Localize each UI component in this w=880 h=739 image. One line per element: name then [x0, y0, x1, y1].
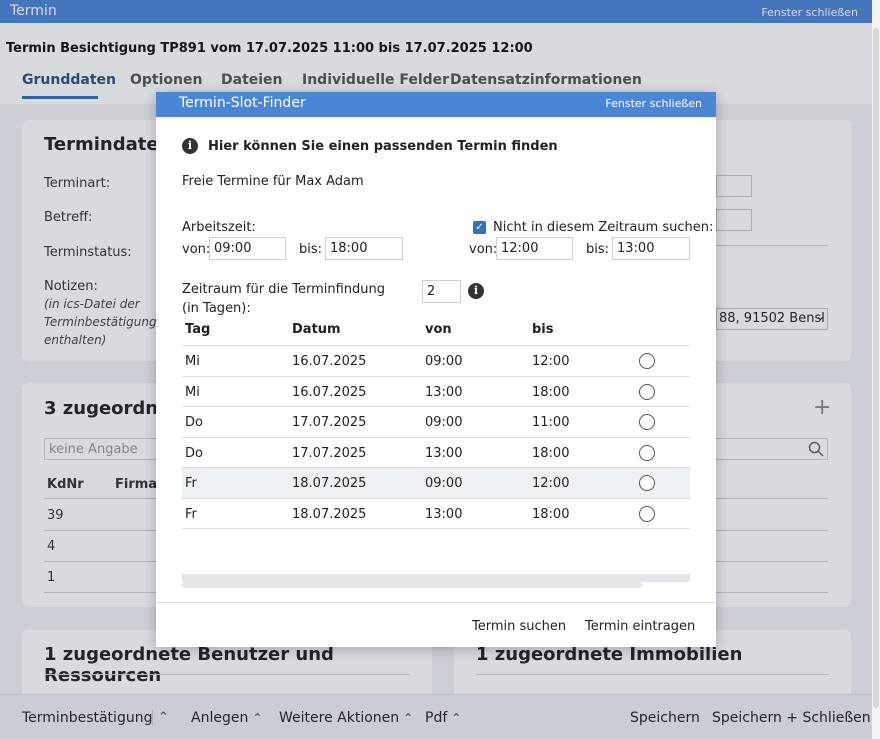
slot-bis: 18:00: [532, 446, 570, 461]
slot-bis: 12:00: [532, 354, 570, 369]
slot-von: 13:00: [425, 507, 463, 522]
slot-radio[interactable]: [639, 445, 655, 461]
scrollbar-thumb[interactable]: [873, 28, 879, 708]
slot-radio[interactable]: [639, 475, 655, 491]
arbeitszeit-bis-label: bis:: [299, 242, 323, 257]
slot-von: 13:00: [425, 446, 463, 461]
slot-tag: Mi: [185, 354, 200, 369]
modal-subtitle: Freie Termine für Max Adam: [182, 174, 364, 189]
slot-row[interactable]: Fr 18.07.2025 13:00 18:00: [182, 498, 690, 529]
slot-radio[interactable]: [639, 384, 655, 400]
exclude-von-input[interactable]: 12:00: [496, 237, 573, 260]
slot-radio[interactable]: [639, 506, 655, 522]
slot-datum: 18.07.2025: [292, 507, 367, 522]
exclude-von-label: von:: [469, 242, 498, 257]
slot-row[interactable]: Mi 16.07.2025 13:00 18:00: [182, 376, 690, 407]
arbeitszeit-von-input[interactable]: 09:00: [209, 237, 286, 260]
slot-tag: Do: [185, 446, 203, 461]
table-scrollbar-thumb[interactable]: [182, 582, 642, 588]
slot-tag: Fr: [185, 507, 197, 522]
modal-close-link[interactable]: Fenster schließen: [605, 97, 702, 110]
col-datum: Datum: [292, 322, 341, 337]
slot-radio[interactable]: [639, 353, 655, 369]
slot-datum: 16.07.2025: [292, 385, 367, 400]
termin-eintragen-button[interactable]: Termin eintragen: [585, 619, 695, 634]
slot-finder-modal: Termin-Slot-Finder Fenster schließen i H…: [156, 92, 716, 647]
col-von: von: [425, 322, 452, 337]
col-tag: Tag: [185, 322, 211, 337]
modal-footer-divider: [156, 602, 716, 603]
slot-row[interactable]: Mi 16.07.2025 09:00 12:00: [182, 345, 690, 376]
slot-bis: 12:00: [532, 476, 570, 491]
zeitraum-info-icon[interactable]: i: [468, 283, 484, 299]
slot-datum: 17.07.2025: [292, 415, 367, 430]
slot-von: 09:00: [425, 476, 463, 491]
slot-radio[interactable]: [639, 414, 655, 430]
arbeitszeit-bis-input[interactable]: 18:00: [325, 237, 403, 260]
slot-bis: 11:00: [532, 415, 570, 430]
slot-von: 13:00: [425, 385, 463, 400]
slot-tag: Do: [185, 415, 203, 430]
exclude-checkbox[interactable]: ✓: [473, 221, 486, 234]
exclude-bis-label: bis:: [586, 242, 610, 257]
slot-von: 09:00: [425, 354, 463, 369]
zeitraum-input[interactable]: 2: [422, 280, 461, 303]
exclude-label: Nicht in diesem Zeitraum suchen:: [493, 220, 714, 235]
slot-datum: 17.07.2025: [292, 446, 367, 461]
slot-row[interactable]: Fr 18.07.2025 09:00 12:00: [182, 467, 690, 498]
col-bis: bis: [532, 322, 554, 337]
slot-row[interactable]: Do 17.07.2025 13:00 18:00: [182, 437, 690, 468]
slot-datum: 16.07.2025: [292, 354, 367, 369]
slot-datum: 18.07.2025: [292, 476, 367, 491]
arbeitszeit-von-label: von:: [182, 242, 211, 257]
exclude-bis-input[interactable]: 13:00: [612, 237, 690, 260]
termin-suchen-button[interactable]: Termin suchen: [472, 619, 566, 634]
zeitraum-label: Zeitraum für die Terminfindung (in Tagen…: [182, 282, 386, 316]
modal-header: Termin-Slot-Finder Fenster schließen: [156, 92, 716, 117]
slot-row[interactable]: Do 17.07.2025 09:00 11:00: [182, 406, 690, 437]
table-horizontal-scrollbar[interactable]: [182, 574, 690, 582]
slot-tag: Mi: [185, 385, 200, 400]
slot-bis: 18:00: [532, 385, 570, 400]
info-icon: i: [182, 138, 198, 154]
slot-tag: Fr: [185, 476, 197, 491]
slot-von: 09:00: [425, 415, 463, 430]
slot-bis: 18:00: [532, 507, 570, 522]
arbeitszeit-label: Arbeitszeit:: [182, 220, 256, 235]
modal-info-text: Hier können Sie einen passenden Termin f…: [208, 139, 558, 154]
modal-title: Termin-Slot-Finder: [179, 95, 306, 111]
